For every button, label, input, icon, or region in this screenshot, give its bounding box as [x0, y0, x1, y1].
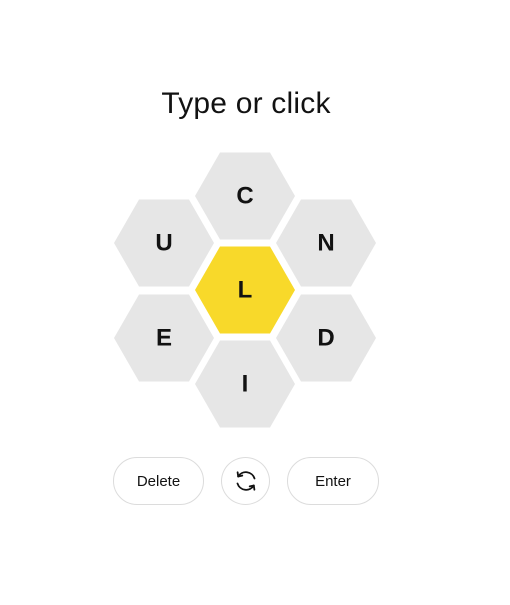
shuffle-button[interactable]	[221, 457, 270, 505]
hive-cell-bottom[interactable]: I	[195, 340, 295, 428]
hive-cell-center[interactable]: L	[195, 246, 295, 334]
hive-letter-top: C	[236, 183, 253, 210]
hive-cell-upper-left[interactable]: U	[114, 199, 214, 287]
shuffle-icon	[236, 471, 255, 491]
hive-cell-lower-left[interactable]: E	[114, 294, 214, 382]
hive-cell-upper-right[interactable]: N	[276, 199, 376, 287]
delete-button-label: Delete	[136, 472, 181, 490]
hive-cell-top[interactable]: C	[195, 152, 295, 240]
enter-button-label: Enter	[315, 472, 351, 490]
hive-cell-lower-right[interactable]: D	[276, 294, 376, 382]
hive-letter-bottom: I	[242, 371, 249, 398]
delete-button[interactable]: Delete	[113, 457, 204, 505]
letter-hive: C N D I E U L	[114, 152, 376, 428]
hive-letter-lower-right: D	[317, 325, 334, 352]
hive-letter-lower-left: E	[156, 325, 172, 352]
hive-letter-center: L	[238, 277, 253, 304]
hive-letter-upper-right: N	[317, 230, 334, 257]
hive-letter-upper-left: U	[155, 230, 172, 257]
enter-button[interactable]: Enter	[287, 457, 379, 505]
